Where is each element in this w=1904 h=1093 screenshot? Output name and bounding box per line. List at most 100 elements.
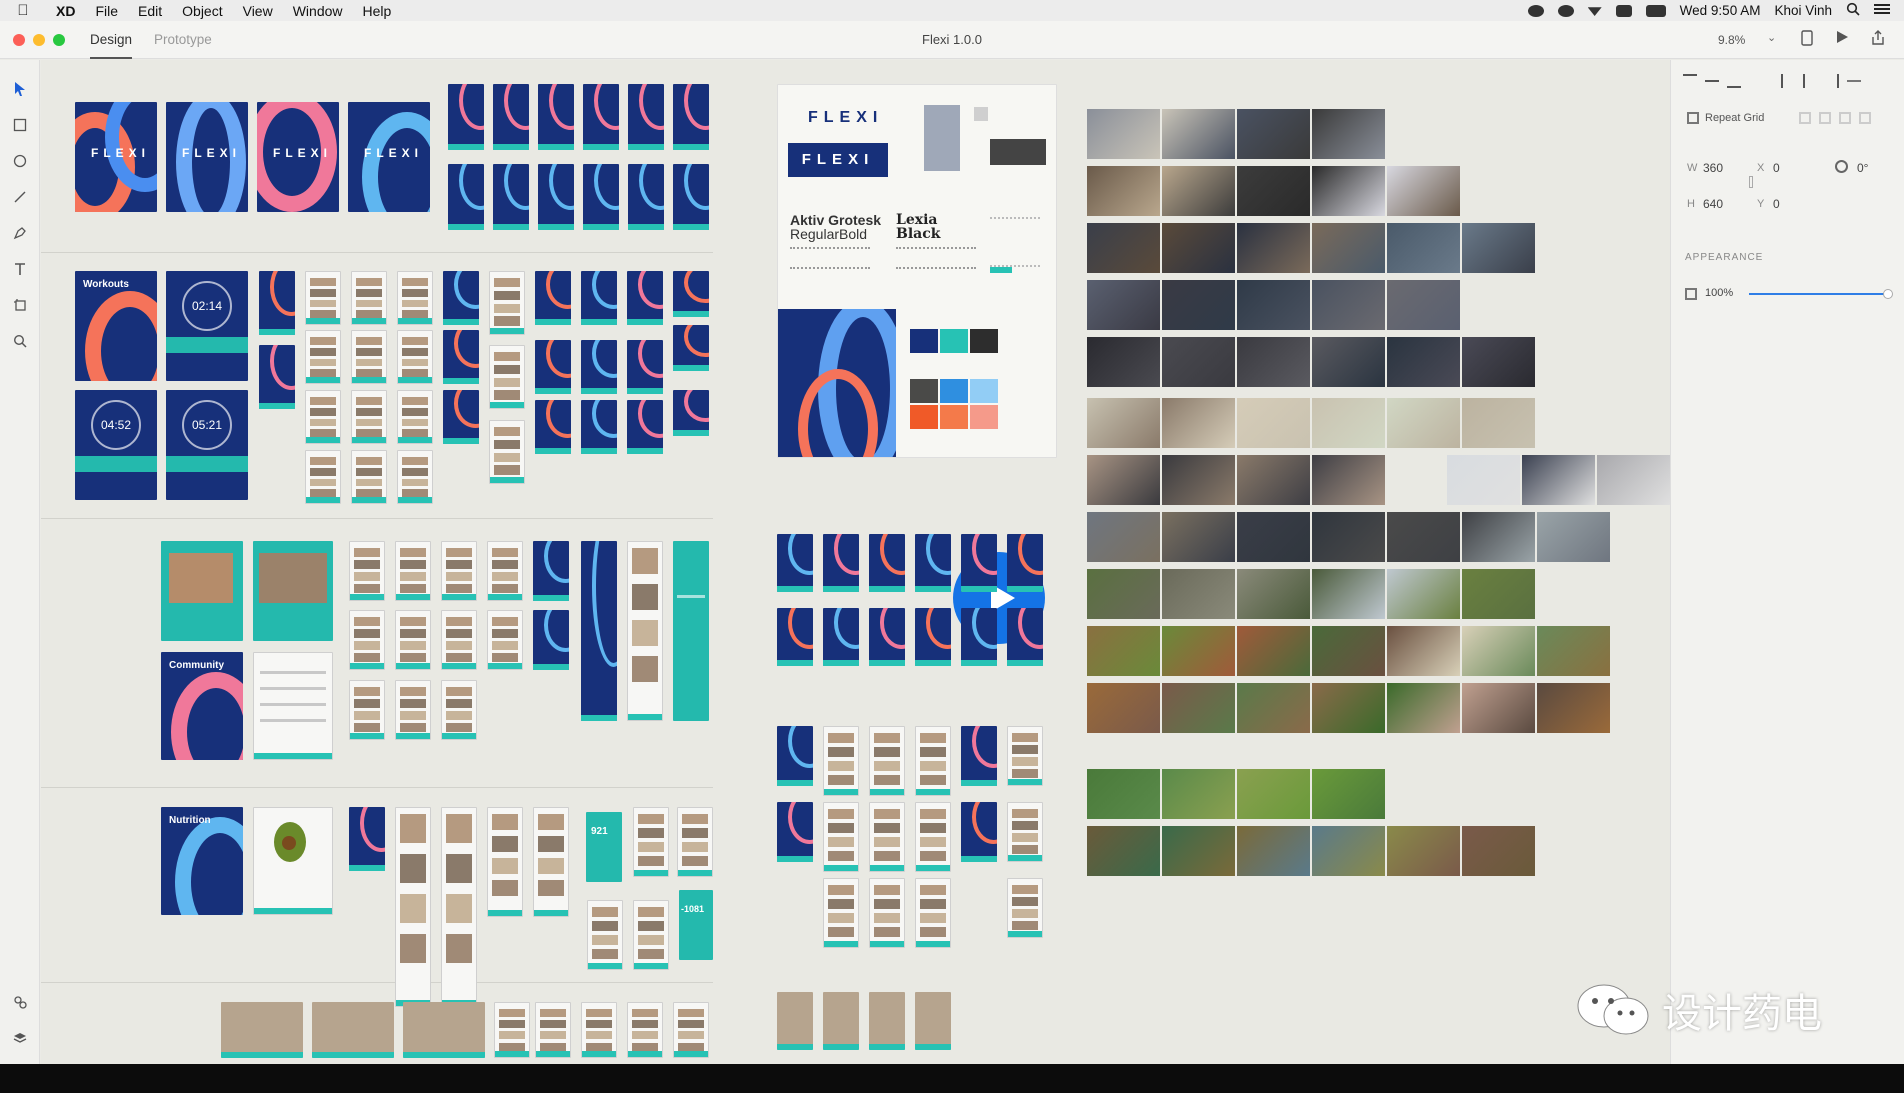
menu-edit[interactable]: Edit: [128, 3, 172, 19]
rectangle-tool-icon[interactable]: [8, 113, 32, 137]
artboard-prototype-splash[interactable]: [915, 534, 951, 592]
artboard-prototype-screen[interactable]: [777, 802, 813, 862]
ellipse-tool-icon[interactable]: [8, 149, 32, 173]
artboard-onboarding-form[interactable]: [448, 164, 484, 230]
artboard-onboarding[interactable]: [493, 84, 529, 150]
photo-thumbnail[interactable]: [1462, 512, 1535, 562]
color-swatch[interactable]: [970, 405, 998, 429]
photo-thumbnail[interactable]: [1162, 512, 1235, 562]
layers-icon[interactable]: [8, 1026, 32, 1050]
photo-thumbnail[interactable]: [1387, 223, 1460, 273]
align-top-icon[interactable]: [1683, 74, 1697, 88]
artboard-nutrition[interactable]: Nutrition: [161, 807, 243, 915]
artboard-calories[interactable]: -1081: [679, 890, 713, 960]
photo-thumbnail[interactable]: [1447, 455, 1520, 505]
artboard-workout-screen[interactable]: [673, 390, 709, 436]
color-swatch[interactable]: [910, 379, 938, 403]
photo-thumbnail[interactable]: [1237, 337, 1310, 387]
photo-thumbnail[interactable]: [1462, 826, 1535, 876]
artboard-workout-screen[interactable]: [535, 400, 571, 454]
apple-icon[interactable]: : [0, 2, 46, 19]
artboard-prototype-form[interactable]: [823, 608, 859, 666]
artboard-prototype-screen[interactable]: [869, 802, 905, 872]
photo-thumbnail[interactable]: [1087, 683, 1160, 733]
artboard-nutrition-screen[interactable]: [487, 807, 523, 917]
photo-thumbnail[interactable]: [1537, 512, 1610, 562]
artboard-avocado[interactable]: [253, 807, 333, 915]
artboard-community-screen[interactable]: [395, 541, 431, 601]
creative-cloud-icon[interactable]: [1527, 4, 1544, 17]
artboard-bottom[interactable]: [494, 1002, 530, 1058]
artboard-prototype-screen[interactable]: [823, 726, 859, 796]
artboard-splash-4[interactable]: FLEXI: [348, 102, 430, 212]
photo-thumbnail[interactable]: [1312, 826, 1385, 876]
photo-thumbnail[interactable]: [1237, 826, 1310, 876]
artboard-prototype-form[interactable]: [1007, 608, 1043, 666]
photo-thumbnail[interactable]: [1462, 223, 1535, 273]
menu-view[interactable]: View: [233, 3, 283, 19]
tab-prototype[interactable]: Prototype: [154, 21, 212, 59]
artboard-nutrition-screen[interactable]: [633, 900, 669, 970]
artboard-onboarding-form[interactable]: [628, 164, 664, 230]
artboard-prototype-splash[interactable]: [961, 534, 997, 592]
x-field[interactable]: 0: [1773, 161, 1780, 175]
artboard-onboarding-form[interactable]: [583, 164, 619, 230]
artboard-prototype-splash[interactable]: [869, 534, 905, 592]
artboard-onboarding-form[interactable]: [538, 164, 574, 230]
artboard-prototype-splash[interactable]: [777, 534, 813, 592]
photo-thumbnail[interactable]: [1387, 337, 1460, 387]
artboard-nutrition-screen[interactable]: [395, 807, 431, 1007]
distribute-icon[interactable]: [1847, 80, 1861, 82]
photo-thumbnail[interactable]: [1162, 109, 1235, 159]
artboard-workout-screen[interactable]: [581, 400, 617, 454]
artboard-community-list[interactable]: [253, 652, 333, 760]
artboard-prototype-screen[interactable]: [915, 802, 951, 872]
artboard-count[interactable]: 921: [586, 812, 622, 882]
artboard-community-screen[interactable]: [349, 680, 385, 740]
artboard-prototype-photo[interactable]: [869, 992, 905, 1050]
artboard-community-screen[interactable]: [349, 610, 385, 670]
photo-thumbnail[interactable]: [1522, 455, 1595, 505]
artboard-prototype-form[interactable]: [915, 608, 951, 666]
opacity-slider-track[interactable]: [1749, 289, 1893, 299]
photo-thumbnail[interactable]: [1162, 626, 1235, 676]
photo-thumbnail[interactable]: [1312, 455, 1385, 505]
artboard-community-screen[interactable]: [395, 610, 431, 670]
photo-thumbnail[interactable]: [1312, 512, 1385, 562]
artboard-splash-1[interactable]: FLEXI: [75, 102, 157, 212]
photo-thumbnail[interactable]: [1162, 223, 1235, 273]
artboard-prototype-photo[interactable]: [777, 992, 813, 1050]
opacity-field[interactable]: 100%: [1705, 287, 1733, 299]
artboard-community-screen[interactable]: [581, 541, 617, 721]
photo-thumbnail[interactable]: [1387, 626, 1460, 676]
artboard-workout-screen[interactable]: [259, 271, 295, 335]
artboard-community-screen[interactable]: [441, 610, 477, 670]
photo-thumbnail[interactable]: [1387, 398, 1460, 448]
artboard-onboarding[interactable]: [673, 84, 709, 150]
photo-thumbnail[interactable]: [1162, 826, 1235, 876]
artboard-prototype-screen[interactable]: [1007, 878, 1043, 938]
photo-thumbnail[interactable]: [1087, 280, 1160, 330]
artboard-community-screen[interactable]: [441, 680, 477, 740]
symbols-icon[interactable]: [8, 990, 32, 1014]
artboard-prototype-screen[interactable]: [915, 726, 951, 796]
notification-center-icon[interactable]: [1874, 3, 1890, 18]
artboard-prototype-form[interactable]: [869, 608, 905, 666]
artboard-timer-1[interactable]: 02:14: [166, 271, 248, 381]
photo-thumbnail[interactable]: [1387, 826, 1460, 876]
photo-thumbnail[interactable]: [1087, 109, 1160, 159]
artboard-prototype-form[interactable]: [777, 608, 813, 666]
photo-thumbnail[interactable]: [1462, 337, 1535, 387]
color-swatch[interactable]: [940, 329, 968, 353]
menu-window[interactable]: Window: [283, 3, 353, 19]
photo-thumbnail[interactable]: [1387, 280, 1460, 330]
style-guide-artboard[interactable]: FLEXI FLEXI Aktiv Grotesk RegularBold Le…: [777, 84, 1057, 458]
design-canvas[interactable]: FLEXI FLEXI FLEXI FLEXI Workouts 02:14 0…: [41, 60, 1674, 1064]
photo-thumbnail[interactable]: [1312, 223, 1385, 273]
tab-design[interactable]: Design: [90, 21, 133, 59]
y-field[interactable]: 0: [1773, 197, 1780, 211]
artboard-bottom[interactable]: [581, 1002, 617, 1058]
photo-thumbnail[interactable]: [1597, 455, 1670, 505]
artboard-workout-screen[interactable]: [305, 450, 341, 504]
artboard-onboarding[interactable]: [448, 84, 484, 150]
